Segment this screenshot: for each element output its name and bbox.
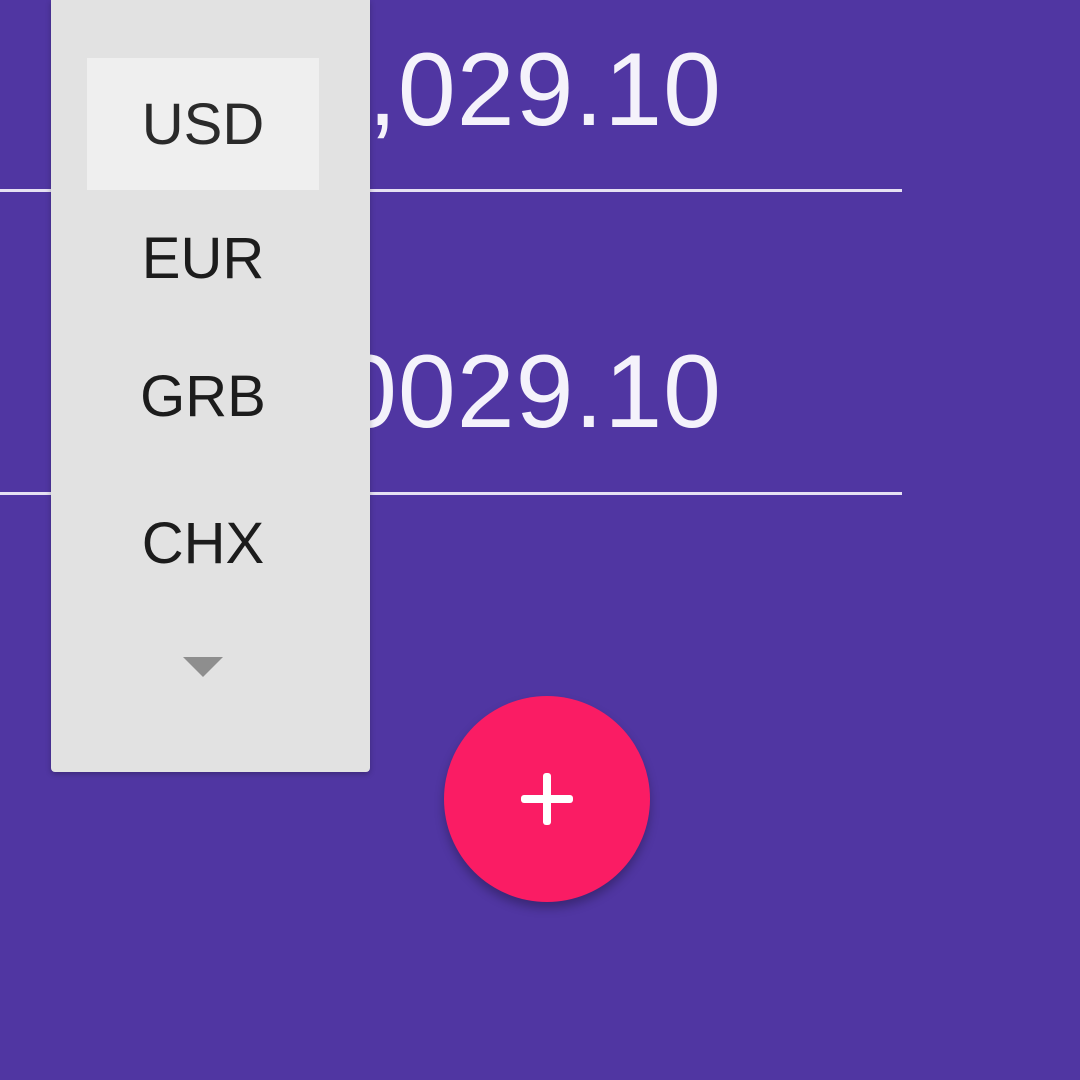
converter-screen: ,029.10 0029.10 USD EUR GRB CHX — [0, 0, 1080, 1080]
currency-option-usd[interactable]: USD — [87, 58, 319, 190]
currency-option-grb[interactable]: GRB — [87, 330, 319, 462]
currency-option-eur[interactable]: EUR — [87, 192, 319, 324]
currency-option-chx[interactable]: CHX — [87, 477, 319, 609]
amount-value[interactable]: ,029.10 — [368, 38, 722, 142]
plus-icon — [521, 773, 573, 825]
amount-value[interactable]: 0029.10 — [339, 340, 722, 444]
triangle-down-icon[interactable] — [183, 657, 223, 677]
add-currency-button[interactable] — [444, 696, 650, 902]
currency-dropdown-menu[interactable]: USD EUR GRB CHX — [51, 0, 370, 772]
